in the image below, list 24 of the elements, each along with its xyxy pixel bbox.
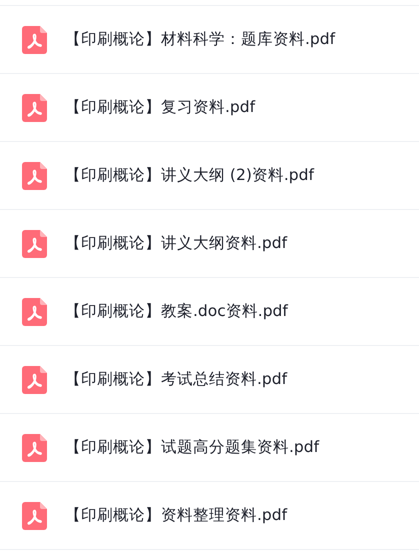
file-name[interactable]: 【印刷概论】讲义大纲资料.pdf (65, 233, 288, 254)
file-name[interactable]: 【印刷概论】教案.doc资料.pdf (65, 301, 288, 322)
file-name[interactable]: 【印刷概论】考试总结资料.pdf (65, 369, 288, 390)
pdf-file-icon (22, 434, 47, 462)
pdf-file-icon (22, 366, 47, 394)
pdf-file-icon (22, 162, 47, 190)
file-name[interactable]: 【印刷概论】试题高分题集资料.pdf (65, 437, 320, 458)
file-row[interactable]: 【印刷概论】讲义大纲资料.pdf (0, 210, 419, 278)
file-row[interactable]: 【印刷概论】考试总结资料.pdf (0, 346, 419, 414)
pdf-file-icon (22, 26, 47, 54)
file-row[interactable]: 【印刷概论】试题高分题集资料.pdf (0, 414, 419, 482)
file-row[interactable]: 【印刷概论】材料科学：题库资料.pdf (0, 6, 419, 74)
pdf-file-icon (22, 298, 47, 326)
pdf-file-icon (22, 502, 47, 530)
file-name[interactable]: 【印刷概论】复习资料.pdf (65, 97, 256, 118)
pdf-file-icon (22, 94, 47, 122)
file-row[interactable]: 【印刷概论】教案.doc资料.pdf (0, 278, 419, 346)
file-row[interactable]: 【印刷概论】资料整理资料.pdf (0, 482, 419, 550)
file-name[interactable]: 【印刷概论】讲义大纲 (2)资料.pdf (65, 165, 314, 186)
file-row[interactable]: 【印刷概论】讲义大纲 (2)资料.pdf (0, 142, 419, 210)
file-row[interactable]: 【印刷概论】复习资料.pdf (0, 74, 419, 142)
file-name[interactable]: 【印刷概论】资料整理资料.pdf (65, 505, 288, 526)
pdf-file-icon (22, 230, 47, 258)
file-name[interactable]: 【印刷概论】材料科学：题库资料.pdf (65, 29, 336, 50)
